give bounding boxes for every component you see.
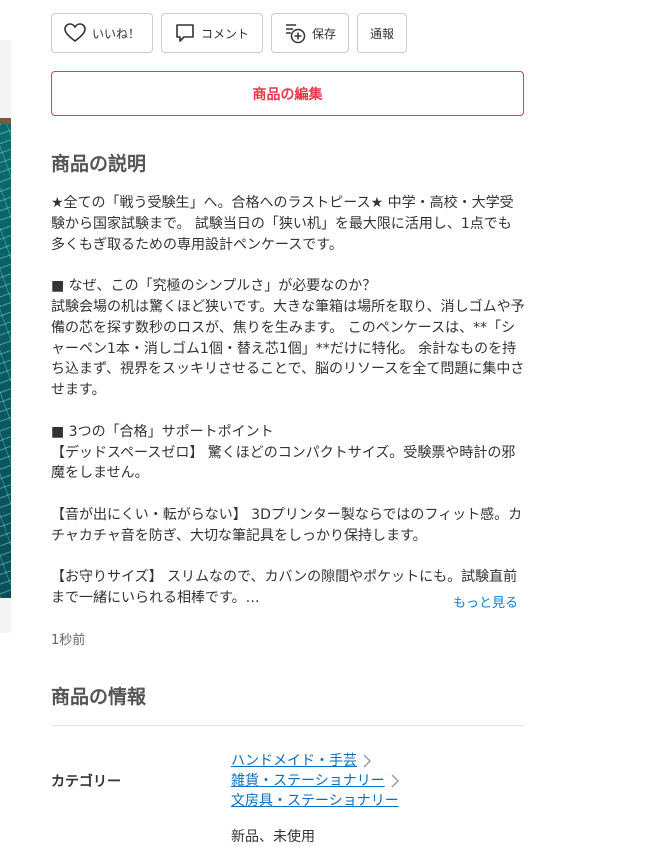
description-heading: 商品の説明 [51,153,147,175]
description-paragraph: 【デッドスペースゼロ】 驚くほどのコンパクトサイズ。受験票や時計の邪魔をしません… [51,444,516,482]
chevron-right-icon [391,774,399,788]
section-divider [51,725,524,726]
edit-item-label: 商品の編集 [252,86,323,103]
save-list-icon [284,22,306,44]
edit-item-button[interactable]: 商品の編集 [51,71,524,116]
description-paragraph: 【音が出にくい・転がらない】 3Dプリンター製ならではのフィット感。カチャカチャ… [51,506,523,544]
category-breadcrumb: ハンドメイド・手芸 雑貨・ステーショナリー 文房具・ステーショナリー [231,751,399,811]
description-paragraph: 試験会場の机は驚くほど狭いです。大きな筆箱は場所を取り、消しゴムや予備の芯を探す… [51,298,525,399]
description-paragraph: ■ なぜ、この「究極のシンプルさ」が必要なのか？ [51,278,377,295]
description-paragraph: ★全ての「戦う受験生」へ。合格へのラストピース★ 中学・高校・大学受験から国家試… [51,195,514,253]
comment-button[interactable]: コメント [161,13,263,53]
comment-label: コメント [200,26,249,41]
product-image [0,118,11,598]
description-paragraph: ■ 3つの「合格」サポートポイント [51,423,274,440]
heart-icon [64,23,86,43]
category-link[interactable]: 雑貨・ステーショナリー [231,771,385,791]
like-label: いいね！ [91,26,140,41]
show-more-link[interactable]: もっと見る [453,592,518,611]
save-button[interactable]: 保存 [271,13,349,53]
action-bar: いいね！ コメント 保存 通報 [51,13,407,53]
item-description: ★全ての「戦う受験生」へ。合格へのラストピース★ 中学・高校・大学受験から国家試… [51,193,525,609]
item-info-heading: 商品の情報 [51,686,147,708]
product-image-edge [0,40,11,633]
save-label: 保存 [311,26,336,41]
category-link[interactable]: 文房具・ステーショナリー [231,791,399,811]
condition-value: 新品、未使用 [231,829,315,845]
report-label: 通報 [369,26,394,41]
comment-icon [175,23,195,43]
like-button[interactable]: いいね！ [51,13,153,53]
chevron-right-icon [363,754,371,768]
category-link[interactable]: ハンドメイド・手芸 [231,751,357,771]
report-button[interactable]: 通報 [357,13,407,53]
posted-time: 1秒前 [51,633,86,648]
category-label: カテゴリー [51,774,121,790]
